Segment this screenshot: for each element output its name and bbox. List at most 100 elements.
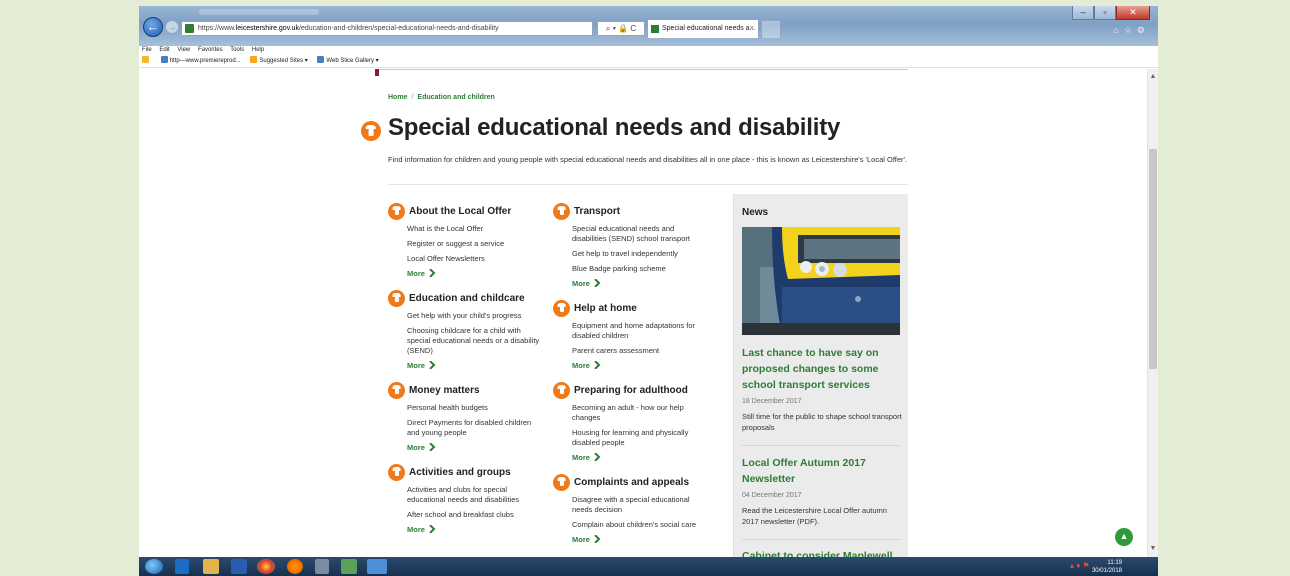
chrome-icon[interactable] [257, 559, 275, 574]
topic-link[interactable]: Personal health budgets [388, 403, 543, 413]
url-path: /education-and-children/special-educatio… [299, 25, 499, 32]
maximize-button[interactable]: ▫ [1094, 6, 1116, 20]
topic-activities-groups: Activities and groups Activities and clu… [388, 463, 543, 534]
topic-title[interactable]: Transport [574, 206, 620, 217]
scroll-thumb[interactable] [1149, 149, 1157, 369]
topic-link[interactable]: Becoming an adult - how our help changes [553, 403, 708, 423]
address-tools[interactable]: ⌕ ▾ 🔒 C [597, 21, 645, 36]
tab-title: Special educational needs a... [662, 25, 756, 32]
page-scrollbar[interactable]: ▲ ▼ [1147, 69, 1158, 557]
topic-link[interactable]: Local Offer Newsletters [388, 254, 543, 264]
page-icon [160, 56, 168, 63]
breadcrumb-education[interactable]: Education and children [417, 94, 494, 101]
more-link[interactable]: More [388, 269, 543, 278]
topic-header[interactable]: Transport [553, 202, 708, 220]
more-link[interactable]: More [553, 453, 708, 462]
topic-link[interactable]: Equipment and home adaptations for disab… [553, 321, 708, 341]
topic-link[interactable]: After school and breakfast clubs [388, 510, 543, 520]
gear-icon[interactable]: ⚙ [1137, 25, 1150, 35]
more-link[interactable]: More [388, 443, 543, 452]
start-button[interactable] [145, 559, 163, 574]
breadcrumb-home[interactable]: Home [388, 94, 407, 101]
menu-tools[interactable]: Tools [230, 47, 244, 53]
chevron-right-icon [594, 361, 601, 369]
address-bar[interactable]: https://www.leicestershire.gov.uk/educat… [181, 21, 593, 36]
favorite-item-suggested[interactable]: Suggested Sites ▾ [250, 55, 308, 68]
topic-title[interactable]: Activities and groups [409, 467, 511, 478]
topic-header[interactable]: Money matters [388, 381, 543, 399]
news-item-title[interactable]: Local Offer Autumn 2017 Newsletter [742, 455, 905, 487]
menu-view[interactable]: View [177, 47, 190, 53]
topic-link[interactable]: Disagree with a special educational need… [553, 495, 708, 515]
topic-header[interactable]: About the Local Offer [388, 202, 543, 220]
topic-link[interactable]: Parent carers assessment [553, 346, 708, 356]
scroll-up-icon[interactable]: ▲ [1148, 71, 1158, 83]
topic-title[interactable]: Education and childcare [409, 293, 525, 304]
topic-title[interactable]: Money matters [409, 385, 480, 396]
more-link[interactable]: More [388, 361, 543, 370]
header-accent [375, 69, 379, 76]
news-panel: News Last chance to have say on proposed… [733, 194, 908, 557]
topic-icon [388, 289, 405, 307]
favorites-star[interactable] [142, 55, 151, 68]
media-player-icon[interactable] [175, 559, 189, 574]
browser-tab-active[interactable]: Special educational needs a... × [647, 19, 759, 38]
more-link[interactable]: More [553, 279, 708, 288]
menu-help[interactable]: Help [252, 47, 264, 53]
more-link[interactable]: More [388, 525, 543, 534]
topic-link[interactable]: Get help to travel independently [553, 249, 708, 259]
topic-link[interactable]: Special educational needs and disabiliti… [553, 224, 708, 244]
news-item-title[interactable]: Cabinet to consider Maplewell Hall [742, 548, 905, 557]
tab-favicon [651, 25, 659, 33]
firefox-icon[interactable] [287, 559, 303, 574]
tab-close-icon[interactable]: × [750, 20, 754, 38]
page-intro: Find information for children and young … [388, 155, 908, 164]
chevron-up-icon[interactable]: ▲ [1115, 528, 1133, 546]
topic-icon [553, 381, 570, 399]
favorites-bar: http---www.premiereprod... Suggested Sit… [139, 55, 1158, 68]
star-icon[interactable]: ☆ [1124, 25, 1137, 35]
app-icon[interactable] [341, 559, 357, 574]
minimize-button[interactable]: – [1072, 6, 1094, 20]
topic-link[interactable]: What is the Local Offer [388, 224, 543, 234]
back-icon[interactable]: ← [143, 17, 163, 37]
scroll-down-icon[interactable]: ▼ [1148, 543, 1158, 555]
topic-link[interactable]: Housing for learning and physically disa… [553, 428, 708, 448]
topic-header[interactable]: Activities and groups [388, 463, 543, 481]
topic-title[interactable]: Complaints and appeals [574, 477, 689, 488]
topic-title[interactable]: Preparing for adulthood [574, 385, 688, 396]
topic-title[interactable]: Help at home [574, 303, 637, 314]
topic-link[interactable]: Direct Payments for disabled children an… [388, 418, 543, 438]
menu-file[interactable]: File [142, 47, 152, 53]
word-icon[interactable] [231, 559, 247, 574]
paint-icon[interactable] [315, 559, 329, 574]
topic-link[interactable]: Blue Badge parking scheme [553, 264, 708, 274]
more-link[interactable]: More [553, 535, 708, 544]
new-tab-button[interactable] [761, 20, 781, 38]
topic-link[interactable]: Get help with your child's progress [388, 311, 543, 321]
topic-link[interactable]: Choosing childcare for a child with spec… [388, 326, 543, 356]
topic-header[interactable]: Education and childcare [388, 289, 543, 307]
home-icon[interactable]: ⌂ [1113, 25, 1123, 35]
more-link[interactable]: More [553, 361, 708, 370]
topic-header[interactable]: Preparing for adulthood [553, 381, 708, 399]
topic-link[interactable]: Activities and clubs for special educati… [388, 485, 543, 505]
favorite-item-webslice[interactable]: Web Slice Gallery ▾ [317, 55, 379, 68]
news-item-title[interactable]: Last chance to have say on proposed chan… [742, 345, 905, 393]
menu-favorites[interactable]: Favorites [198, 47, 223, 53]
internet-explorer-icon[interactable] [367, 559, 387, 574]
topic-header[interactable]: Help at home [553, 299, 708, 317]
file-explorer-icon[interactable] [203, 559, 219, 574]
tray-icons[interactable]: ▴ ♦ ⚑ [1070, 562, 1090, 570]
topic-link[interactable]: Register or suggest a service [388, 239, 543, 249]
favorite-item-premiere[interactable]: http---www.premiereprod... [160, 55, 241, 68]
forward-icon[interactable]: → [165, 20, 179, 34]
menu-edit[interactable]: Edit [159, 47, 169, 53]
news-item: Last chance to have say on proposed chan… [742, 345, 905, 433]
favorite-label: Web Slice Gallery ▾ [326, 58, 379, 64]
news-bus-image[interactable] [742, 227, 900, 335]
topic-title[interactable]: About the Local Offer [409, 206, 511, 217]
topic-header[interactable]: Complaints and appeals [553, 473, 708, 491]
topic-link[interactable]: Complain about children's social care [553, 520, 708, 530]
close-window-button[interactable]: ✕ [1116, 6, 1150, 20]
